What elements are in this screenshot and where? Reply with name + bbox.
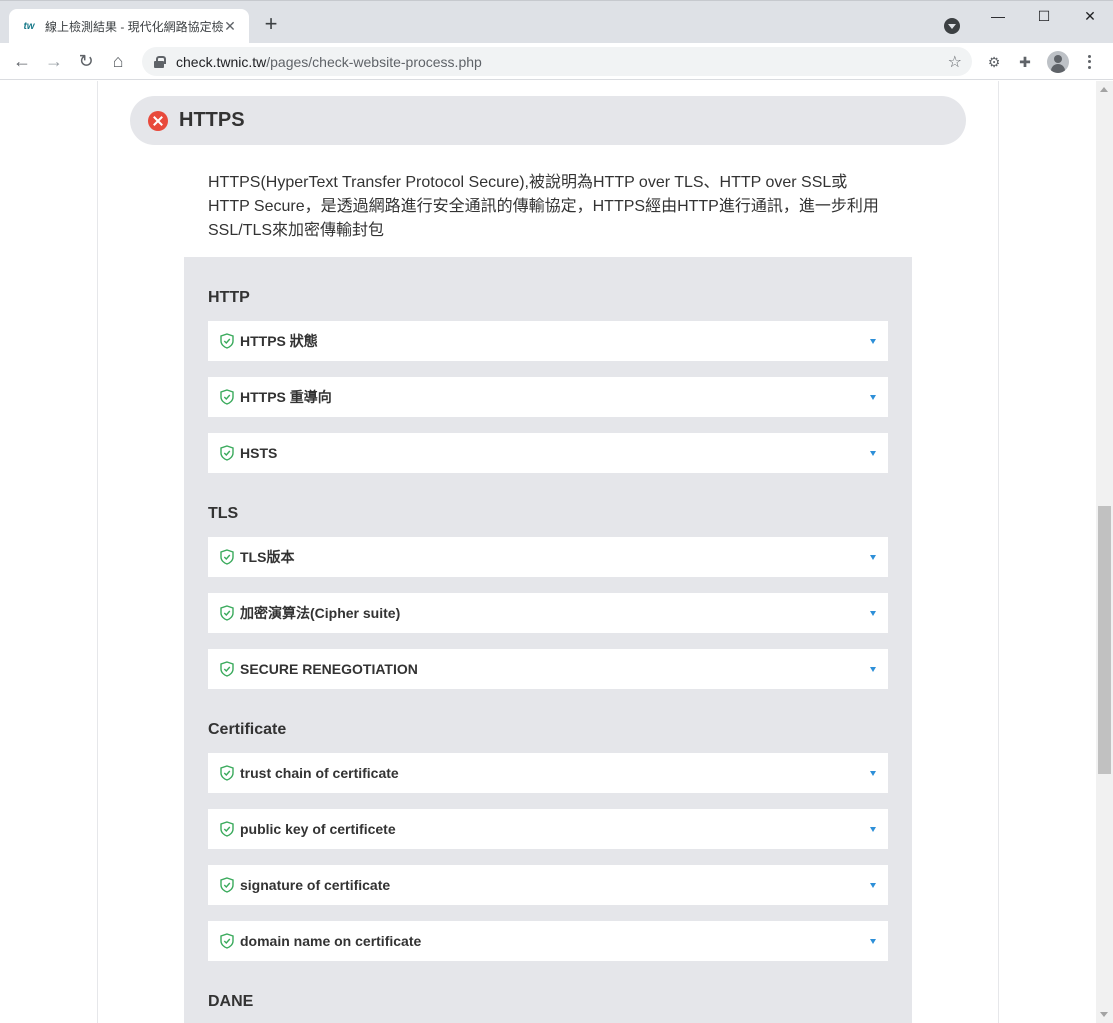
url-text: check.twnic.tw/pages/check-website-proce… (176, 53, 482, 70)
pass-shield-icon (220, 877, 234, 893)
check-item-label: 加密演算法(Cipher suite) (240, 605, 401, 621)
active-tab[interactable]: tw 線上檢測結果 - 現代化網路協定檢 ✕ (9, 9, 249, 44)
site-favicon-icon: tw (23, 21, 35, 32)
check-item-label: SECURE RENEGOTIATION (240, 661, 418, 677)
bookmark-star-icon[interactable]: ☆ (948, 52, 962, 72)
back-button[interactable]: ← (8, 47, 36, 75)
expand-caret-icon[interactable] (870, 770, 876, 776)
check-item-secure-renegotiation[interactable]: SECURE RENEGOTIATION (208, 649, 888, 689)
check-item-cipher-suite[interactable]: 加密演算法(Cipher suite) (208, 593, 888, 633)
https-section-header[interactable]: HTTPS (130, 96, 966, 145)
check-item-label: HTTPS 重導向 (240, 389, 332, 405)
expand-caret-icon[interactable] (870, 826, 876, 832)
address-bar[interactable]: check.twnic.tw/pages/check-website-proce… (142, 47, 972, 76)
expand-caret-icon[interactable] (870, 666, 876, 672)
check-item-tls-version[interactable]: TLS版本 (208, 537, 888, 577)
page-scrollbar[interactable] (1096, 81, 1113, 1023)
pass-shield-icon (220, 445, 234, 461)
expand-caret-icon[interactable] (870, 554, 876, 560)
pass-shield-icon (220, 549, 234, 565)
section-description: HTTPS(HyperText Transfer Protocol Secure… (208, 174, 879, 239)
home-button[interactable]: ⌂ (104, 47, 132, 75)
check-item-https-status[interactable]: HTTPS 狀態 (208, 321, 888, 361)
extensions-puzzle-icon[interactable]: ✚ (1015, 52, 1035, 72)
pass-shield-icon (220, 661, 234, 677)
tab-title: 線上檢測結果 - 現代化網路協定檢 (45, 20, 223, 34)
content-pane: HTTPS HTTPS(HyperText Transfer Protocol … (97, 81, 999, 1023)
check-item-hsts[interactable]: HSTS (208, 433, 888, 473)
check-item-https-redirect[interactable]: HTTPS 重導向 (208, 377, 888, 417)
check-item-public-key[interactable]: public key of certificete (208, 809, 888, 849)
extension-icon[interactable]: ⚙ (984, 52, 1004, 72)
expand-caret-icon[interactable] (870, 610, 876, 616)
new-tab-button[interactable]: + (260, 13, 282, 35)
scroll-down-arrow-icon[interactable] (1100, 1012, 1108, 1017)
check-groups-panel: HTTP HTTPS 狀態 HTTPS 重導向 HSTS TLS TLS版本 加… (184, 257, 912, 1023)
check-item-domain-name[interactable]: domain name on certificate (208, 921, 888, 961)
forward-button[interactable]: → (40, 47, 68, 75)
expand-caret-icon[interactable] (870, 338, 876, 344)
group-title-tls: TLS (208, 505, 239, 522)
pass-shield-icon (220, 933, 234, 949)
check-item-label: signature of certificate (240, 877, 391, 893)
pass-shield-icon (220, 333, 234, 349)
pass-shield-icon (220, 389, 234, 405)
browser-menu-icon[interactable] (1082, 51, 1096, 73)
check-item-signature[interactable]: signature of certificate (208, 865, 888, 905)
check-item-label: TLS版本 (240, 549, 295, 565)
maximize-button[interactable]: ☐ (1021, 1, 1067, 31)
expand-caret-icon[interactable] (870, 450, 876, 456)
pass-shield-icon (220, 765, 234, 781)
close-window-button[interactable]: ✕ (1067, 1, 1113, 31)
profile-avatar-icon[interactable] (1047, 51, 1069, 73)
reload-button[interactable]: ↻ (72, 47, 100, 75)
scroll-up-arrow-icon[interactable] (1100, 87, 1108, 92)
scrollbar-thumb[interactable] (1098, 506, 1111, 774)
browser-toolbar: ← → ↻ ⌂ check.twnic.tw/pages/check-websi… (0, 43, 1113, 80)
minimize-button[interactable]: — (975, 1, 1021, 31)
check-item-label: domain name on certificate (240, 933, 422, 949)
pass-shield-icon (220, 821, 234, 837)
group-title-certificate: Certificate (208, 721, 287, 738)
expand-caret-icon[interactable] (870, 938, 876, 944)
tab-strip: tw 線上檢測結果 - 現代化網路協定檢 ✕ + — ☐ ✕ (0, 0, 1113, 44)
section-title: HTTPS (179, 109, 245, 131)
tab-search-icon[interactable] (944, 18, 960, 34)
close-tab-icon[interactable]: ✕ (221, 17, 239, 35)
page-viewport: HTTPS HTTPS(HyperText Transfer Protocol … (0, 81, 1096, 1023)
check-item-label: HSTS (240, 445, 278, 461)
fail-x-icon (148, 110, 168, 131)
group-title-http: HTTP (208, 289, 250, 306)
check-item-label: public key of certificete (240, 821, 396, 837)
check-item-label: HTTPS 狀態 (240, 333, 318, 349)
check-item-trust-chain[interactable]: trust chain of certificate (208, 753, 888, 793)
expand-caret-icon[interactable] (870, 394, 876, 400)
group-title-dane: DANE (208, 993, 254, 1010)
expand-caret-icon[interactable] (870, 882, 876, 888)
lock-icon[interactable] (154, 55, 166, 68)
pass-shield-icon (220, 605, 234, 621)
check-item-label: trust chain of certificate (240, 765, 399, 781)
